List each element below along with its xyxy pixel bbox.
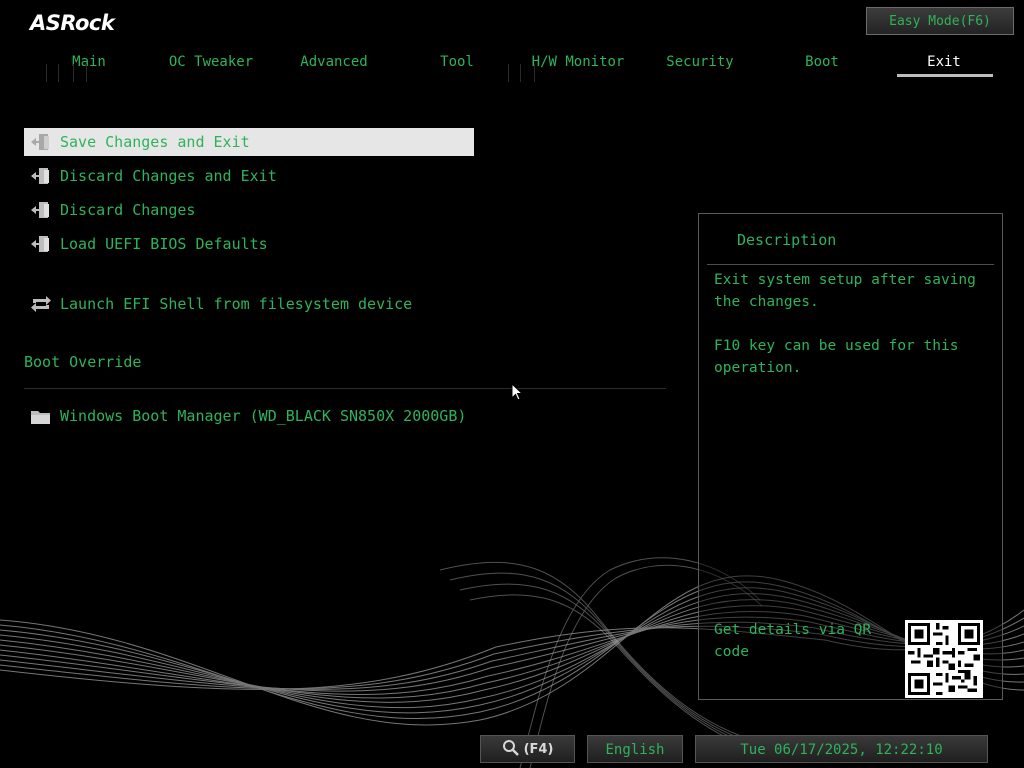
decor-tick xyxy=(508,64,509,82)
asrock-logo: ASRock xyxy=(30,11,115,35)
refresh-arrows-icon xyxy=(31,296,51,312)
folder-icon xyxy=(31,411,50,424)
datetime-display: Tue 06/17/2025, 12:22:10 xyxy=(695,735,988,763)
load-uefi-defaults-item[interactable]: Load UEFI BIOS Defaults xyxy=(24,230,474,258)
tab-main[interactable]: Main xyxy=(72,50,106,76)
decor-tick xyxy=(534,64,535,82)
menu-item-label: Discard Changes and Exit xyxy=(60,167,277,185)
tab-bar: Main OC Tweaker Advanced Tool H/W Monito… xyxy=(0,50,1024,80)
language-button[interactable]: English xyxy=(587,735,683,763)
magnifier-icon xyxy=(502,740,519,756)
boot-override-heading: Boot Override xyxy=(24,353,142,371)
search-button[interactable]: (F4) xyxy=(480,735,575,763)
menu-item-label: Launch EFI Shell from filesystem device xyxy=(60,295,413,313)
mouse-cursor-icon xyxy=(511,383,523,401)
decor-tick xyxy=(58,64,59,82)
decor-tick xyxy=(520,64,521,82)
launch-efi-shell-item[interactable]: Launch EFI Shell from filesystem device xyxy=(24,290,474,318)
description-title: Description xyxy=(737,231,837,249)
description-panel: Description Exit system setup after savi… xyxy=(698,213,1003,700)
exit-door-icon xyxy=(31,134,49,150)
qr-details-text: Get details via QR code xyxy=(714,622,872,660)
tab-hw-monitor[interactable]: H/W Monitor xyxy=(532,50,625,76)
description-divider xyxy=(707,264,994,265)
active-tab-indicator xyxy=(897,74,993,77)
status-bar: (F4) English Tue 06/17/2025, 12:22:10 xyxy=(0,735,1024,768)
discard-changes-and-exit-item[interactable]: Discard Changes and Exit xyxy=(24,162,474,190)
menu-item-label: Discard Changes xyxy=(60,201,196,219)
decor-tick xyxy=(86,64,87,82)
search-shortcut-label: (F4) xyxy=(523,742,554,757)
menu-item-label: Load UEFI BIOS Defaults xyxy=(60,235,268,253)
decor-tick xyxy=(46,64,47,82)
qr-code-icon xyxy=(905,620,983,698)
discard-changes-item[interactable]: Discard Changes xyxy=(24,196,474,224)
easy-mode-button[interactable]: Easy Mode(F6) xyxy=(866,7,1014,35)
tab-advanced[interactable]: Advanced xyxy=(300,50,367,76)
section-divider xyxy=(24,388,666,389)
menu-item-label: Save Changes and Exit xyxy=(60,133,250,151)
menu-item-label: Windows Boot Manager (WD_BLACK SN850X 20… xyxy=(60,407,467,425)
tab-boot[interactable]: Boot xyxy=(805,50,839,76)
tab-oc-tweaker[interactable]: OC Tweaker xyxy=(169,50,253,76)
exit-door-icon xyxy=(31,202,49,218)
boot-override-windows-item[interactable]: Windows Boot Manager (WD_BLACK SN850X 20… xyxy=(24,402,474,430)
tab-exit[interactable]: Exit xyxy=(927,50,961,76)
tab-security[interactable]: Security xyxy=(666,50,733,76)
exit-door-icon xyxy=(31,236,49,252)
exit-door-icon xyxy=(31,168,49,184)
decor-tick xyxy=(73,64,74,82)
description-text: Exit system setup after saving the chang… xyxy=(714,272,976,376)
save-changes-and-exit-item[interactable]: Save Changes and Exit xyxy=(24,128,474,156)
tab-tool[interactable]: Tool xyxy=(440,50,474,76)
